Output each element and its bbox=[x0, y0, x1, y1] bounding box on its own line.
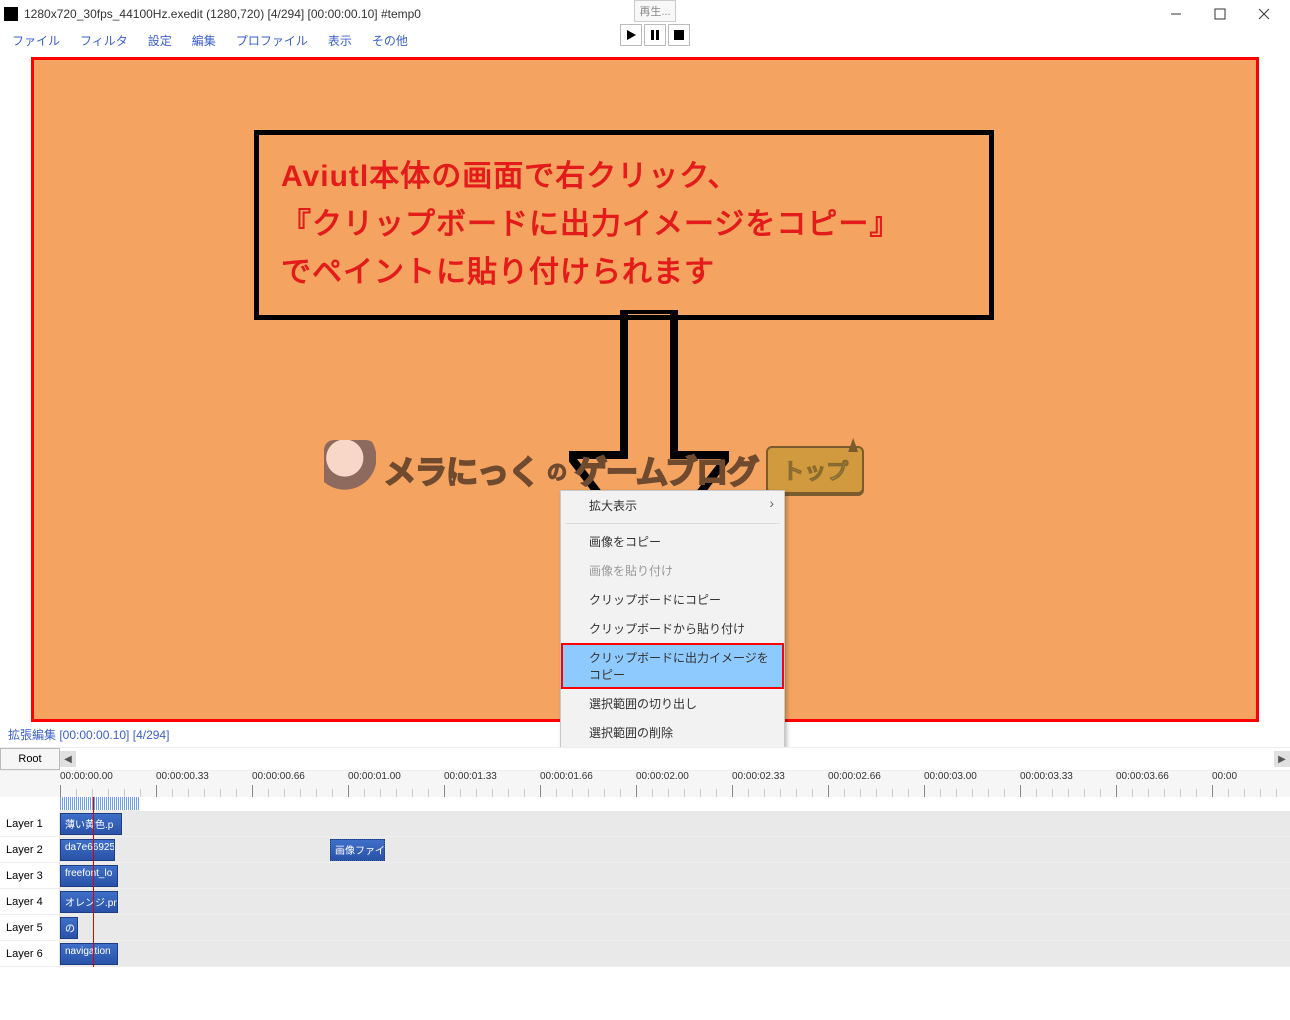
layer-row[interactable]: Layer 6navigation bbox=[0, 941, 1290, 967]
timeline-root[interactable]: Root bbox=[0, 748, 60, 770]
timeline-hscroll[interactable]: ◀ ▶ bbox=[60, 748, 1290, 770]
ruler-tick: 00:00:02.00 bbox=[636, 771, 689, 782]
timeline-clip[interactable]: navigation bbox=[60, 943, 118, 965]
layer-row[interactable]: Layer 1薄い黄色.p bbox=[0, 811, 1290, 837]
timeline-clip[interactable]: da7e66925 bbox=[60, 839, 115, 861]
ruler-tick: 00:00:00.66 bbox=[252, 771, 305, 782]
timeline-cursor[interactable] bbox=[93, 797, 94, 967]
layer-label[interactable]: Layer 4 bbox=[0, 889, 60, 914]
ruler-tick: 00:00:00.00 bbox=[60, 771, 113, 782]
stop-button[interactable] bbox=[668, 24, 690, 46]
ctx-copy-clipboard[interactable]: クリップボードにコピー bbox=[561, 585, 784, 614]
menu-settings[interactable]: 設定 bbox=[140, 30, 180, 51]
ruler-tick: 00:00:03.33 bbox=[1020, 771, 1073, 782]
playback-label: 再生... bbox=[634, 0, 675, 22]
layer-row[interactable]: Layer 4オレンジ.pn bbox=[0, 889, 1290, 915]
layer-track[interactable]: navigation bbox=[60, 941, 1290, 966]
menu-file[interactable]: ファイル bbox=[4, 30, 68, 51]
ruler-tick: 00:00:02.33 bbox=[732, 771, 785, 782]
annotation-box: Aviutl本体の画面で右クリック、 『クリップボードに出力イメージをコピー』 … bbox=[254, 130, 994, 320]
menu-profile[interactable]: プロファイル bbox=[228, 30, 316, 51]
pause-button[interactable] bbox=[644, 24, 666, 46]
logo-text-2: ゲームブログ bbox=[575, 447, 758, 493]
ruler-tick: 00:00:03.00 bbox=[924, 771, 977, 782]
timeline-clip[interactable]: 画像ファイ bbox=[330, 839, 385, 861]
scroll-left-icon[interactable]: ◀ bbox=[60, 751, 76, 767]
ruler-tick: 00:00:00.33 bbox=[156, 771, 209, 782]
timeline-ruler[interactable]: 00:00:00.00 00:00:00.33 00:00:00.66 00:00:0… bbox=[0, 771, 1290, 797]
menu-view[interactable]: 表示 bbox=[320, 30, 360, 51]
layer-row[interactable]: Layer 3freefont_lo bbox=[0, 863, 1290, 889]
annotation-line-1: Aviutl本体の画面で右クリック、 bbox=[281, 153, 967, 201]
menu-filter[interactable]: フィルタ bbox=[72, 30, 136, 51]
ctx-copy-image[interactable]: 画像をコピー bbox=[561, 527, 784, 556]
ctx-paste-clipboard[interactable]: クリップボードから貼り付け bbox=[561, 614, 784, 643]
layer-label[interactable]: Layer 5 bbox=[0, 915, 60, 940]
maximize-button[interactable] bbox=[1198, 0, 1242, 28]
timeline-clip[interactable]: の bbox=[60, 917, 78, 939]
ctx-delete-selection[interactable]: 選択範囲の削除 bbox=[561, 718, 784, 747]
app-icon bbox=[4, 7, 18, 21]
logo-no: の bbox=[547, 456, 567, 485]
ruler-tick: 00:00:01.00 bbox=[348, 771, 401, 782]
annotation-line-3: でペイントに貼り付けられます bbox=[281, 249, 967, 297]
timeline-clip[interactable]: 薄い黄色.p bbox=[60, 813, 122, 835]
ctx-sep bbox=[565, 523, 780, 524]
timeline-audiowave bbox=[60, 797, 140, 811]
ctx-zoom[interactable]: 拡大表示 bbox=[561, 491, 784, 520]
ruler-tick: 00:00:01.33 bbox=[444, 771, 497, 782]
playback-controls: 再生... bbox=[620, 0, 690, 46]
annotation-line-2: 『クリップボードに出力イメージをコピー』 bbox=[281, 201, 967, 249]
timeline: Root ◀ ▶ 00:00:00.0000:00:00.3300:00:00.… bbox=[0, 747, 1290, 967]
logo-badge: トップ bbox=[766, 446, 864, 494]
layer-row[interactable]: Layer 2da7e66925 画像ファイ bbox=[0, 837, 1290, 863]
layer-track[interactable]: の bbox=[60, 915, 1290, 940]
layer-track[interactable]: freefont_lo bbox=[60, 863, 1290, 888]
logo-text-1: メラにっく bbox=[384, 447, 539, 493]
layer-track[interactable]: オレンジ.pn bbox=[60, 889, 1290, 914]
window-title: 1280x720_30fps_44100Hz.exedit (1280,720)… bbox=[24, 7, 421, 21]
ctx-cut-selection[interactable]: 選択範囲の切り出し bbox=[561, 689, 784, 718]
ctx-paste-image[interactable]: 画像を貼り付け bbox=[561, 556, 784, 585]
close-button[interactable] bbox=[1242, 0, 1286, 28]
timeline-clip[interactable]: オレンジ.pn bbox=[60, 891, 118, 913]
menu-other[interactable]: その他 bbox=[364, 30, 416, 51]
ruler-tick: 00:00:03.66 bbox=[1116, 771, 1169, 782]
layer-label[interactable]: Layer 1 bbox=[0, 811, 60, 836]
ruler-tick: 00:00 bbox=[1212, 771, 1237, 782]
layer-label[interactable]: Layer 2 bbox=[0, 837, 60, 862]
timeline-clip[interactable]: freefont_lo bbox=[60, 865, 118, 887]
layer-label[interactable]: Layer 6 bbox=[0, 941, 60, 966]
ruler-tick: 00:00:02.66 bbox=[828, 771, 881, 782]
menu-edit[interactable]: 編集 bbox=[184, 30, 224, 51]
layer-label[interactable]: Layer 3 bbox=[0, 863, 60, 888]
layer-row[interactable]: Layer 5の bbox=[0, 915, 1290, 941]
play-button[interactable] bbox=[620, 24, 642, 46]
ctx-copy-output-image[interactable]: クリップボードに出力イメージをコピー bbox=[561, 643, 784, 689]
scroll-right-icon[interactable]: ▶ bbox=[1274, 751, 1290, 767]
ruler-tick: 00:00:01.66 bbox=[540, 771, 593, 782]
logo-avatar bbox=[324, 440, 376, 500]
layer-track[interactable]: da7e66925 画像ファイ bbox=[60, 837, 1290, 862]
layer-track[interactable]: 薄い黄色.p bbox=[60, 811, 1290, 836]
minimize-button[interactable] bbox=[1154, 0, 1198, 28]
